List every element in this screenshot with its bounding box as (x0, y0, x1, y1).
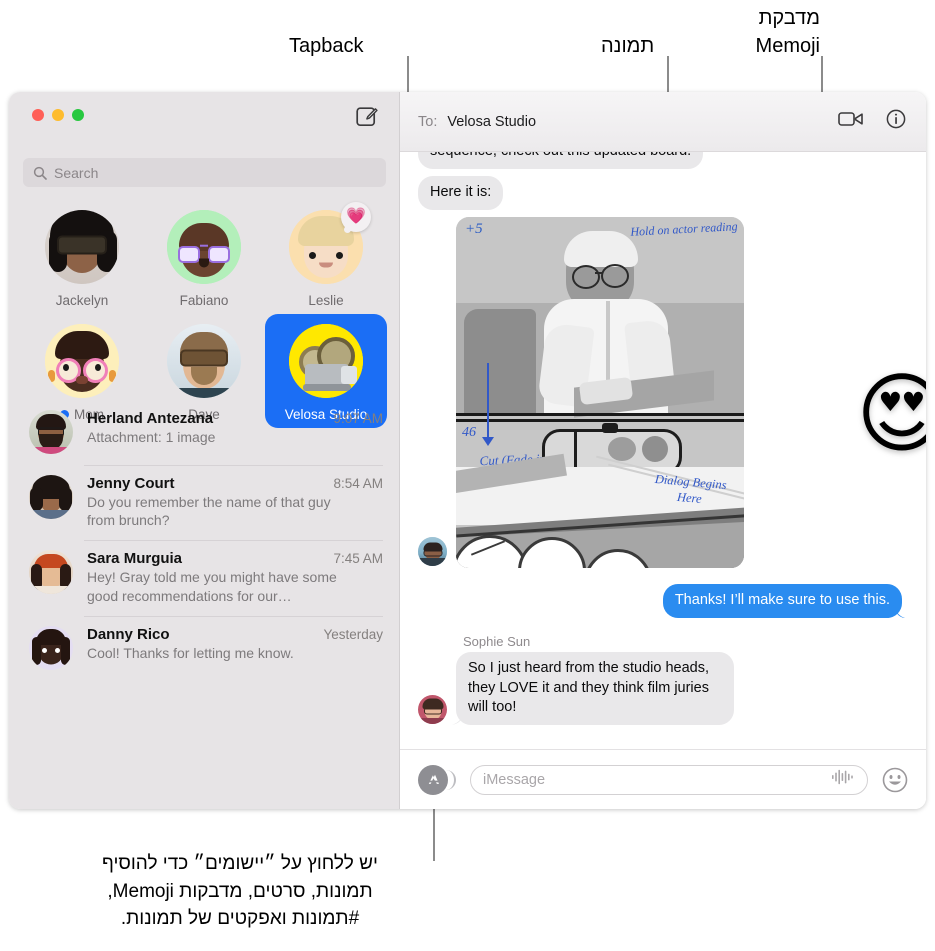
recipient-name[interactable]: Velosa Studio (447, 114, 536, 130)
messages-window: Search Jackelyn Fabiano 💗 Leslie Mom Dave Velo… (9, 92, 926, 809)
avatar (45, 324, 119, 398)
avatar (418, 694, 447, 724)
message-bubble-incoming[interactable]: Here it is: (418, 176, 504, 211)
conversation-list: Herland Antezana 9:07 AM Attachment: 1 ima… (9, 400, 399, 809)
window-controls (32, 109, 84, 121)
imessage-placeholder: iMessage (483, 771, 546, 788)
avatar (45, 210, 119, 284)
avatar (167, 324, 241, 398)
search-input[interactable]: Search (23, 158, 386, 187)
avatar (289, 324, 363, 398)
header-actions (838, 109, 906, 134)
search-placeholder: Search (54, 164, 99, 181)
callout-label-memoji-line1: מדבקת (758, 7, 820, 29)
conversation-name: Sara Murguia (87, 550, 183, 568)
conversation-list-item-header: Herland Antezana 9:07 AM (87, 410, 383, 427)
video-camera-icon[interactable] (838, 110, 864, 133)
app-store-icon (427, 774, 439, 784)
bottom-caption-line3: #תמונות ואפקטים של תמונות. (120, 908, 360, 930)
message-sender-name: Sophie Sun (463, 634, 531, 650)
conversation-preview: Hey! Gray told me you might have some go… (87, 569, 337, 604)
bottom-caption: יש ללחוץ על ״יישומים״ כדי להוסיף תמונות,… (40, 850, 440, 933)
zoom-button[interactable] (72, 109, 84, 121)
minimize-button[interactable] (52, 109, 64, 121)
pinned-conversation-label: Jackelyn (56, 293, 109, 308)
conversation-pane: To: Velosa Studio Here it is: +5 Hold on… (400, 92, 926, 809)
sidebar: Search Jackelyn Fabiano 💗 Leslie Mom Dave Velo… (9, 92, 400, 809)
pinned-conversation-label: Leslie (308, 293, 343, 308)
conversation-timestamp: 7:45 AM (333, 551, 383, 567)
conversation-timestamp: Yesterday (323, 626, 383, 642)
pinned-conversation-jackelyn[interactable]: Jackelyn (21, 200, 143, 314)
sketch-annotation-plus5: +5 (465, 221, 483, 238)
avatar (29, 625, 73, 670)
audio-waveform-icon[interactable] (831, 769, 855, 790)
conversation-list-item-body: Herland Antezana 9:07 AM Attachment: 1 ima… (87, 410, 383, 446)
search-icon (33, 166, 47, 180)
conversation-timestamp: 8:54 AM (333, 476, 383, 491)
conversation-list-item-body: Jenny Court 8:54 AM Do you remember the na… (87, 475, 383, 529)
imessage-input[interactable]: iMessage (470, 764, 868, 795)
bottom-caption-line2: תמונות, סרטים, מדבקות Memoji, (107, 880, 373, 902)
avatar (29, 550, 73, 595)
pinned-conversation-label: Fabiano (180, 293, 229, 308)
pinned-conversation-name: Fabiano (179, 293, 229, 308)
emoji-smiley-icon[interactable] (882, 767, 908, 793)
sketch-annotation-46: 46 (462, 425, 476, 441)
apps-button[interactable] (418, 764, 456, 795)
conversation-preview: Attachment: 1 image (87, 429, 216, 445)
storyboard-image[interactable]: +5 Hold on actor reading 46 Cut (Fade in… (456, 217, 744, 569)
conversation-list-item[interactable]: Sara Murguia 7:45 AM Hey! Gray told me you… (9, 540, 399, 615)
callout-label-tapback: Tapback (289, 35, 364, 57)
memoji-sticker-heart-eyes[interactable]: 😍 (856, 370, 926, 472)
conversation-name: Danny Rico (87, 625, 170, 643)
conversation-list-item[interactable]: Jenny Court 8:54 AM Do you remember the na… (9, 465, 399, 540)
conversation-header: To: Velosa Studio (400, 92, 926, 152)
pinned-conversation-leslie[interactable]: 💗 Leslie (265, 200, 387, 314)
conversation-list-item-body: Sara Murguia 7:45 AM Hey! Gray told me you… (87, 550, 383, 604)
avatar: 💗 (289, 202, 371, 284)
conversation-preview: Cool! Thanks for letting me know. (87, 644, 294, 661)
conversation-list-item-header: Danny Rico Yesterday (87, 626, 383, 643)
conversation-name: Herland Antezana (87, 410, 214, 427)
callout-label-photo: תמונה (601, 35, 655, 57)
conversation-preview: Do you remember the name of that guy fro… (87, 494, 331, 529)
tapback-heart-badge[interactable]: 💗 (341, 202, 371, 233)
pinned-conversations: Jackelyn Fabiano 💗 Leslie Mom Dave Velosa Stud… (21, 200, 387, 428)
avatar (29, 410, 73, 454)
pinned-conversation-name: Leslie (308, 293, 344, 308)
avatar (29, 475, 73, 519)
message-thread: sequence, check out this updated board. … (400, 135, 926, 749)
conversation-list-item-header: Jenny Court 8:54 AM (87, 475, 383, 492)
conversation-list-item[interactable]: Herland Antezana 9:07 AM Attachment: 1 ima… (9, 400, 399, 465)
pinned-conversation-fabiano[interactable]: Fabiano (143, 200, 265, 314)
close-button[interactable] (32, 109, 44, 121)
conversation-name: Jenny Court (87, 475, 175, 492)
callout-label-memoji-line2: Memoji (755, 35, 820, 57)
to-label: To: (418, 113, 438, 130)
compose-icon[interactable] (356, 105, 378, 127)
message-bubble-incoming[interactable]: So I just heard from the studio heads, t… (456, 652, 734, 725)
avatar (418, 537, 447, 567)
conversation-timestamp: 9:07 AM (333, 411, 383, 426)
conversation-list-item-body: Danny Rico Yesterday Cool! Thanks for lett… (87, 626, 383, 662)
message-bubble-outgoing[interactable]: Thanks! I’ll make sure to use this. (662, 584, 902, 619)
message-composer: iMessage (400, 749, 926, 809)
conversation-list-item-header: Sara Murguia 7:45 AM (87, 550, 383, 567)
avatar (167, 210, 241, 284)
info-circle-icon[interactable] (886, 109, 906, 134)
conversation-list-item[interactable]: Danny Rico Yesterday Cool! Thanks for lett… (9, 615, 399, 681)
bottom-caption-line1: יש ללחוץ על ״יישומים״ כדי להוסיף (102, 853, 378, 874)
pinned-conversation-name: Jackelyn (55, 293, 109, 308)
